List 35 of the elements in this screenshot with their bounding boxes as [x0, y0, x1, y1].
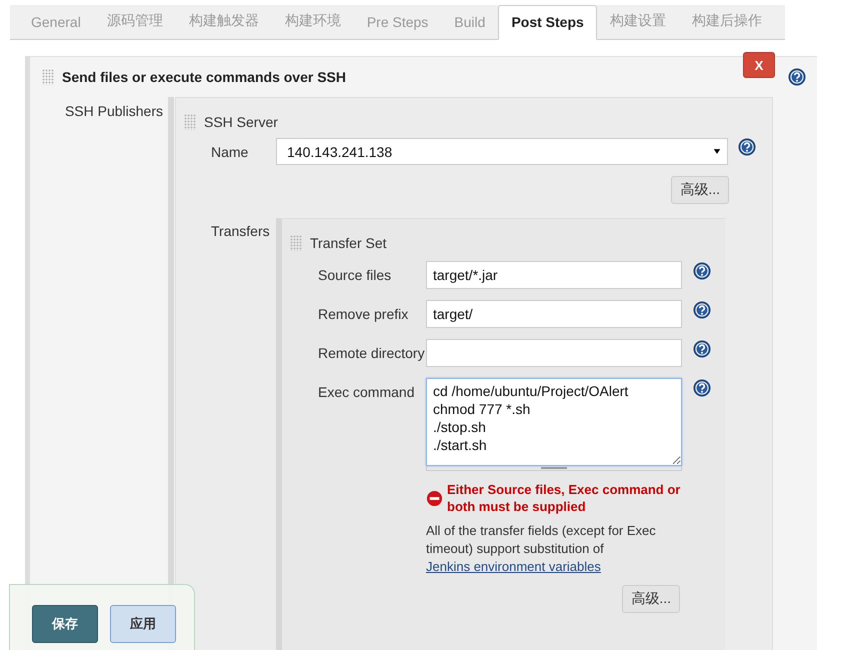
drag-handle-icon[interactable]: [184, 114, 196, 130]
section-title: Send files or execute commands over SSH: [62, 69, 346, 85]
field-label: Exec command: [317, 383, 416, 400]
server-select[interactable]: 140.143.241.138: [276, 138, 728, 165]
field-label: Source files: [317, 266, 392, 283]
help-icon[interactable]: [738, 138, 756, 156]
help-icon[interactable]: [693, 301, 711, 319]
docs-link[interactable]: Jenkins environment variables: [426, 559, 601, 574]
input-field[interactable]: target/: [426, 300, 682, 328]
input-field[interactable]: [426, 339, 682, 367]
help-icon[interactable]: [693, 340, 711, 358]
apply-button[interactable]: 应用: [110, 605, 176, 643]
advanced-button[interactable]: 高级...: [671, 176, 729, 204]
help-text: All of the transfer fields (except for Exec timeout) support substitution of Jenkins environment variables: [426, 522, 657, 576]
field-label: SSH Publishers: [64, 102, 164, 119]
save-button[interactable]: 保存: [32, 605, 98, 643]
tab[interactable]: Post Steps: [498, 5, 597, 40]
delete-button[interactable]: X: [743, 52, 775, 78]
drag-handle-icon[interactable]: [42, 69, 54, 85]
command-field[interactable]: cd /home/ubuntu/Project/OAlert chmod 777 *.sh ./stop.sh ./start.sh: [426, 378, 682, 466]
drag-handle-icon[interactable]: [290, 235, 302, 251]
panel-title: SSH Server: [204, 114, 278, 130]
field-label: Transfers: [210, 222, 271, 241]
field-label: Name: [210, 144, 250, 160]
caret-icon: [713, 148, 721, 155]
error-icon: [426, 490, 443, 506]
help-icon[interactable]: [693, 262, 711, 280]
help-icon[interactable]: [788, 68, 806, 86]
help-icon[interactable]: [693, 379, 711, 397]
field-label: Remote directory: [317, 344, 426, 361]
error-message: Either Source files, Exec command or both must be supplied: [447, 481, 682, 515]
input-field[interactable]: target/*.jar: [426, 261, 682, 289]
field-label: Remove prefix: [317, 305, 410, 322]
panel-title: Transfer Set: [310, 235, 387, 251]
advanced-button[interactable]: 高级...: [622, 585, 680, 613]
